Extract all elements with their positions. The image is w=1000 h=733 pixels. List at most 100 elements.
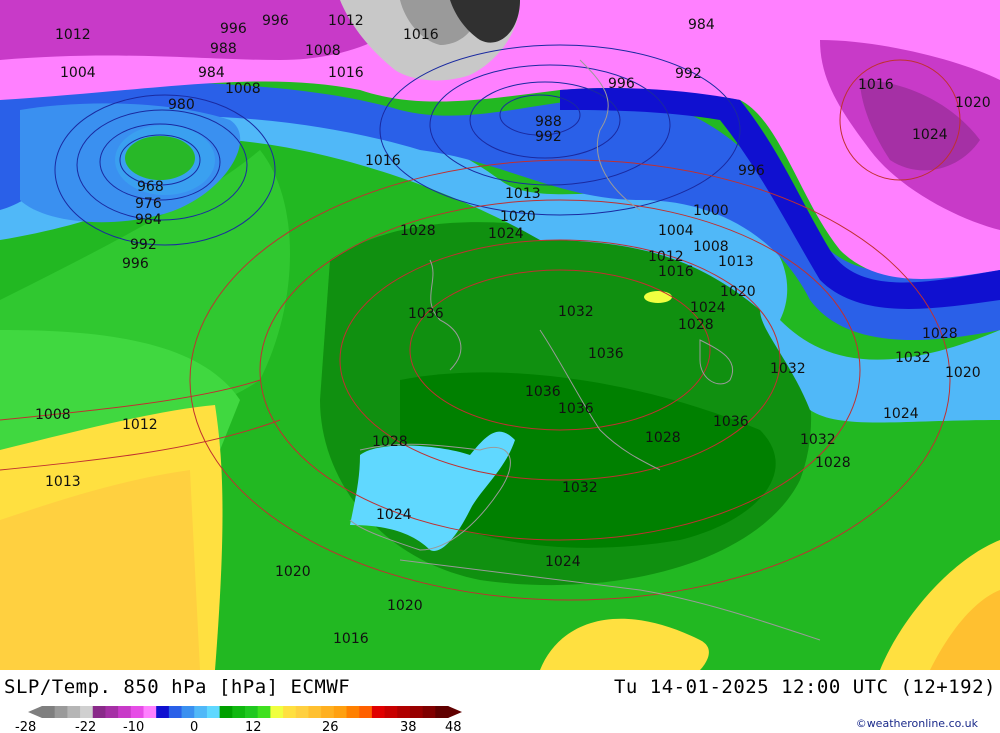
legend-swatch xyxy=(42,706,56,718)
isobar-label: 1028 xyxy=(922,326,958,342)
isobar-label: 968 xyxy=(137,179,164,195)
legend-arrow-left xyxy=(28,706,42,718)
isobar-label: 1020 xyxy=(945,365,981,381)
isobar-label: 992 xyxy=(130,237,157,253)
legend-swatch xyxy=(270,706,284,718)
legend-swatch xyxy=(321,706,335,718)
isobar-label: 1024 xyxy=(488,226,524,242)
isobar-label: 1028 xyxy=(678,317,714,333)
isobar-label: 1016 xyxy=(328,65,364,81)
legend-swatch xyxy=(283,706,297,718)
isobar-label: 996 xyxy=(220,21,247,37)
isobar-label: 1028 xyxy=(645,430,681,446)
isobar-label: 1036 xyxy=(588,346,624,362)
legend-swatch xyxy=(308,706,322,718)
legend-label: -10 xyxy=(123,720,144,733)
isobar-label: 1008 xyxy=(35,407,71,423)
legend-swatch xyxy=(105,706,119,718)
isobar-label: 1008 xyxy=(225,81,261,97)
legend-label: 38 xyxy=(400,720,417,733)
legend-swatch xyxy=(156,706,170,718)
isobar-label: 988 xyxy=(210,41,237,57)
isobar-label: 1013 xyxy=(45,474,81,490)
legend-arrow-right xyxy=(448,706,462,718)
isobar-label: 996 xyxy=(262,13,289,29)
isobar-label: 1028 xyxy=(400,223,436,239)
isobar-label: 1020 xyxy=(500,209,536,225)
isobar-label: 984 xyxy=(135,212,162,228)
isobar-label: 1032 xyxy=(562,480,598,496)
isobar-label: 1036 xyxy=(525,384,561,400)
isobar-label: 1000 xyxy=(693,203,729,219)
product-title: SLP/Temp. 850 hPa [hPa] ECMWF xyxy=(4,676,351,698)
legend-swatch xyxy=(67,706,81,718)
legend-swatch xyxy=(118,706,132,718)
isobar-label: 1020 xyxy=(720,284,756,300)
color-legend-swatches xyxy=(28,706,462,718)
forecast-datetime: Tu 14-01-2025 12:00 UTC (12+192) xyxy=(613,676,996,698)
isobar-label: 996 xyxy=(122,256,149,272)
legend-swatch xyxy=(130,706,144,718)
isobar-label: 1024 xyxy=(690,300,726,316)
isobar-label: 1020 xyxy=(387,598,423,614)
isobar-label: 1028 xyxy=(372,434,408,450)
legend-swatch xyxy=(194,706,208,718)
isobar-label: 996 xyxy=(738,163,765,179)
legend-swatch xyxy=(435,706,449,718)
isobar-label: 1008 xyxy=(305,43,341,59)
legend-swatch xyxy=(92,706,106,718)
isobar-label: 1008 xyxy=(693,239,729,255)
temp-field-lowswirl-inner xyxy=(125,136,195,180)
isobar-label: 1016 xyxy=(658,264,694,280)
legend-swatch xyxy=(143,706,157,718)
legend-swatch xyxy=(409,706,424,718)
isobar-label: 1016 xyxy=(858,77,894,93)
isobar-label: 976 xyxy=(135,196,162,212)
legend-label: 26 xyxy=(322,720,339,733)
legend-swatch xyxy=(397,706,411,718)
legend-swatch xyxy=(54,706,68,718)
isobar-label: 1032 xyxy=(895,350,931,366)
legend-label: 12 xyxy=(245,720,262,733)
isobar-label: 1004 xyxy=(60,65,96,81)
isobar-label: 1016 xyxy=(403,27,439,43)
isobar-label: 1032 xyxy=(558,304,594,320)
temp-field-yellow-patch xyxy=(644,291,672,303)
isobar-label: 1036 xyxy=(713,414,749,430)
color-legend: -28 -22 -10 0 12 26 38 48 xyxy=(15,706,462,733)
legend-label: 0 xyxy=(190,720,198,733)
isobar-label: 1012 xyxy=(648,249,684,265)
isobar-label: 1028 xyxy=(815,455,851,471)
legend-swatch xyxy=(333,706,347,718)
isobar-label: 988 xyxy=(535,114,562,130)
legend-swatch xyxy=(346,706,360,718)
legend-swatch xyxy=(80,706,94,718)
isobar-label: 992 xyxy=(675,66,702,82)
isobar-label: 1024 xyxy=(545,554,581,570)
color-legend-labels: -28 -22 -10 0 12 26 38 48 xyxy=(15,720,462,733)
weather-map: 1012 996 996 1012 1016 984 1004 988 1008… xyxy=(0,0,1000,670)
isobar-label: 1024 xyxy=(883,406,919,422)
isobar-label: 1032 xyxy=(800,432,836,448)
isobar-label: 984 xyxy=(198,65,225,81)
isobar-label: 1020 xyxy=(275,564,311,580)
isobar-label: 1024 xyxy=(376,507,412,523)
legend-swatch xyxy=(295,706,309,718)
legend-swatch xyxy=(232,706,246,718)
credit-text: ©weatheronline.co.uk xyxy=(855,717,978,730)
legend-swatch xyxy=(219,706,233,718)
isobar-label: 1012 xyxy=(55,27,91,43)
legend-label: 48 xyxy=(445,720,462,733)
isobar-label: 1013 xyxy=(718,254,754,270)
isobar-label: 1012 xyxy=(122,417,158,433)
legend-swatch xyxy=(257,706,271,718)
isobar-label: 1024 xyxy=(912,127,948,143)
legend-swatch xyxy=(168,706,183,718)
isobar-label: 1016 xyxy=(333,631,369,647)
legend-swatch xyxy=(371,706,386,718)
legend-swatch xyxy=(245,706,259,718)
isobar-label: 984 xyxy=(688,17,715,33)
legend-swatch xyxy=(422,706,436,718)
legend-label: -22 xyxy=(75,720,96,733)
legend-swatch xyxy=(359,706,373,718)
